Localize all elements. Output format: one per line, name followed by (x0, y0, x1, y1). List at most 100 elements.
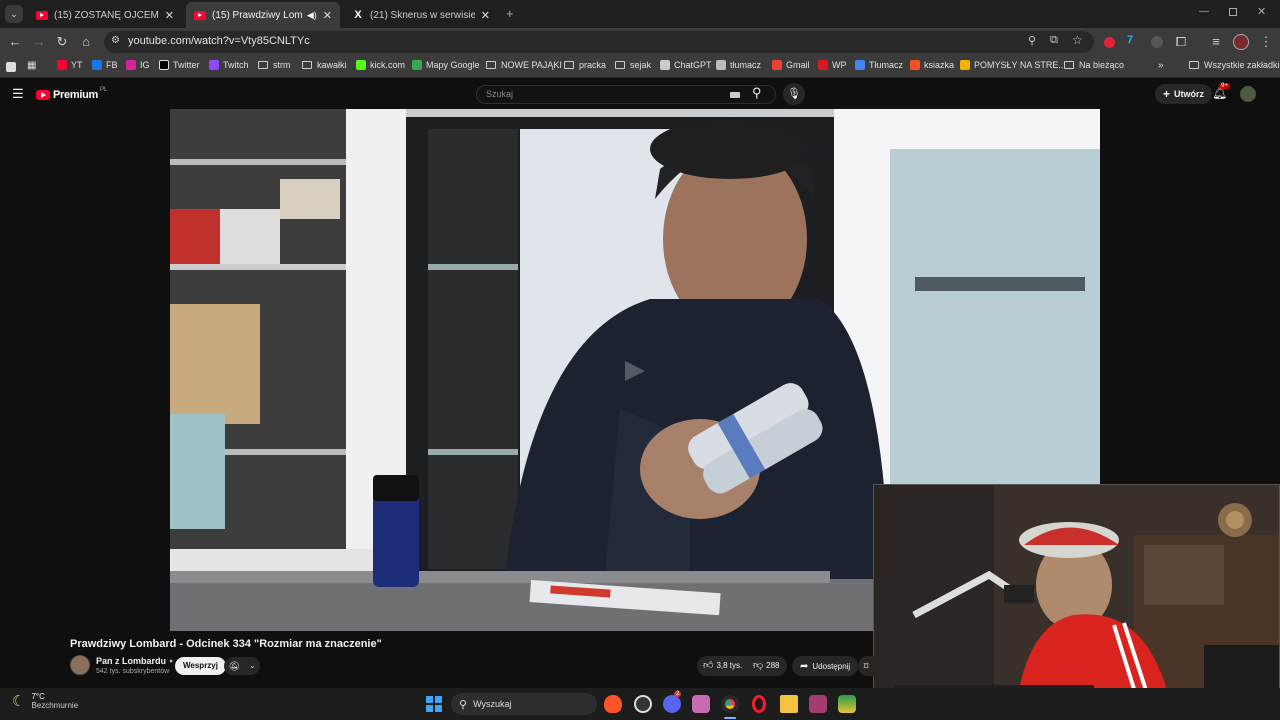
more-bookmarks-chevron-icon[interactable]: » (1158, 60, 1164, 71)
bookmark-nowe-pająki[interactable]: NOWE PAJĄKI (486, 60, 562, 70)
bookmark-twitch[interactable]: Twitch (209, 60, 249, 70)
all-bookmarks-button[interactable]: Wszystkie zakładki (1189, 60, 1280, 70)
file-explorer-icon[interactable] (780, 695, 798, 713)
site-info-icon[interactable]: ⚙ (111, 35, 120, 46)
home-button[interactable]: ⌂ (77, 33, 95, 51)
share-icon: ➦ (800, 660, 809, 672)
bookmark-twitter[interactable]: Twitter (159, 60, 200, 70)
bookmark-sejak[interactable]: sejak (615, 60, 651, 70)
keyboard-icon[interactable] (730, 92, 740, 98)
close-icon[interactable]: ✕ (323, 9, 332, 22)
reload-button[interactable]: ↻ (53, 33, 71, 51)
bookmark-label: pracka (579, 60, 607, 70)
app-icon[interactable] (692, 695, 710, 713)
tab-search-button[interactable]: ⌄ (5, 5, 23, 23)
tab-3[interactable]: X (21) Sknerus w serwisie X: „- W ✕ (344, 2, 498, 28)
extensions-puzzle-icon[interactable]: ⧠ (1172, 33, 1190, 51)
reading-list-icon[interactable]: ≡ (1207, 33, 1225, 51)
speaker-icon[interactable]: ◀) (307, 10, 317, 21)
maximize-button[interactable] (1229, 8, 1237, 16)
bookmark-gmail[interactable]: Gmail (772, 60, 810, 70)
voice-search-button[interactable]: 🎙︎ (783, 83, 805, 105)
discord-icon[interactable]: 2 (663, 691, 682, 713)
folder-icon (615, 61, 625, 69)
extension-icon[interactable] (1151, 36, 1163, 48)
folder-icon (302, 61, 312, 69)
youtube-header: ☰ Premium PL Szukaj ⚲ 🎙︎ + Utwórz 🔔︎ 9+ (0, 79, 1280, 109)
menu-kebab-icon[interactable]: ⋮ (1257, 33, 1275, 51)
channel-avatar[interactable] (70, 655, 90, 675)
webcam-overlay (873, 484, 1280, 720)
close-window-button[interactable]: ✕ (1257, 5, 1266, 18)
guide-menu-icon[interactable]: ☰ (12, 86, 24, 102)
extension-7tv-icon[interactable]: 7 (1127, 34, 1133, 46)
notifications-button[interactable]: 🔔︎ 9+ (1212, 83, 1230, 100)
chrome-icon[interactable] (721, 695, 739, 713)
bookmark-kick-com[interactable]: kick.com (356, 60, 405, 70)
bookmark-wp[interactable]: WP (818, 60, 847, 70)
active-app-indicator (724, 717, 736, 719)
save-button[interactable]: ⌑ (858, 656, 874, 676)
extension-record-icon[interactable] (1104, 37, 1115, 48)
search-input[interactable]: Szukaj (476, 85, 776, 104)
new-tab-button[interactable]: + (506, 6, 514, 21)
bookmark-mapy-google[interactable]: Mapy Google (412, 60, 480, 70)
search-button[interactable]: ⚲ (752, 85, 762, 101)
tab-1[interactable]: (15) ZOSTANĘ OJCEM!!! BĘDZIE ✕ (28, 2, 182, 28)
bookmark-ksiazka[interactable]: ksiazka (910, 60, 954, 70)
bookmark-label: ChatGPT (674, 60, 712, 70)
back-button[interactable]: ← (6, 33, 24, 51)
star-icon[interactable]: ☆ (1072, 33, 1083, 47)
bookmark-tłumacz[interactable]: Tłumacz (855, 60, 903, 70)
youtube-logo[interactable]: Premium PL (36, 87, 107, 101)
bookmark-yt[interactable]: YT (57, 60, 83, 70)
app-icon[interactable] (838, 695, 856, 713)
bookmark-strm[interactable]: strm (258, 60, 291, 70)
tab-2-active[interactable]: (15) Prawdziwy Lombard - O ◀) ✕ (186, 2, 340, 28)
zoom-icon[interactable]: ⚲ (1028, 34, 1036, 47)
obs-icon[interactable] (634, 695, 652, 713)
close-icon[interactable]: ✕ (165, 9, 174, 22)
address-bar[interactable]: ⚙ youtube.com/watch?v=Vty85CNLTYc ⚲ ⧉ ☆ (104, 31, 1094, 53)
bookmark-ig[interactable]: IG (126, 60, 150, 70)
bookmark-pomysły-na-stre[interactable]: POMYSŁY NA STRE... (960, 60, 1066, 70)
install-icon[interactable]: ⧉ (1050, 34, 1058, 47)
subscribe-bell-button[interactable]: 🔕︎ ⌄ (224, 657, 260, 675)
bookmark-fb[interactable]: FB (92, 60, 118, 70)
notification-badge: 9+ (1219, 83, 1230, 89)
support-button[interactable]: Wesprzyj (175, 657, 226, 675)
app-icon[interactable] (809, 695, 827, 713)
forward-button[interactable]: → (30, 33, 48, 51)
video-title: Prawdziwy Lombard - Odcinek 334 "Rozmiar… (70, 638, 382, 650)
bookmark-pracka[interactable]: pracka (564, 60, 606, 70)
brave-icon[interactable] (604, 695, 622, 713)
windows-start-icon[interactable] (426, 696, 442, 712)
channel-name[interactable]: Pan z Lombardu ● (96, 656, 173, 666)
bookmark-tłumacz[interactable]: tłumacz (716, 60, 761, 70)
opera-icon[interactable] (752, 695, 766, 713)
minimize-button[interactable]: — (1199, 6, 1209, 17)
bookmark-chatgpt[interactable]: ChatGPT (660, 60, 712, 70)
globe-icon (716, 60, 726, 70)
share-button[interactable]: ➦ Udostępnij (792, 656, 859, 676)
microsoft-icon (910, 60, 920, 70)
like-count: 3,8 tys. (716, 660, 743, 670)
create-button[interactable]: + Utwórz (1155, 84, 1213, 104)
apps-grid-icon[interactable]: ▦ (27, 60, 36, 71)
taskbar-search[interactable]: ⚲ Wyszukaj (451, 693, 597, 715)
weather-widget[interactable]: ☾ 7°C Bezchmurnie (12, 692, 78, 710)
close-icon[interactable]: ✕ (481, 9, 490, 22)
bookmark-na-bieżąco[interactable]: Na bieżąco (1064, 60, 1124, 70)
account-avatar[interactable] (1240, 86, 1256, 102)
like-button[interactable]: 👍︎ 3,8 tys. (703, 659, 742, 671)
bell-off-icon: 🔕︎ (228, 660, 241, 671)
taskbar-search-label: Wyszukaj (473, 699, 512, 709)
bookmark-kawałki[interactable]: kawałki (302, 60, 347, 70)
gmail-icon (772, 60, 782, 70)
folder-icon (486, 61, 496, 69)
tab-group-icon[interactable] (6, 62, 16, 72)
kick-icon (356, 60, 366, 70)
profile-avatar[interactable] (1233, 34, 1249, 50)
bookmark-label: WP (832, 60, 847, 70)
dislike-button[interactable]: 👎︎ 288 (753, 659, 780, 671)
